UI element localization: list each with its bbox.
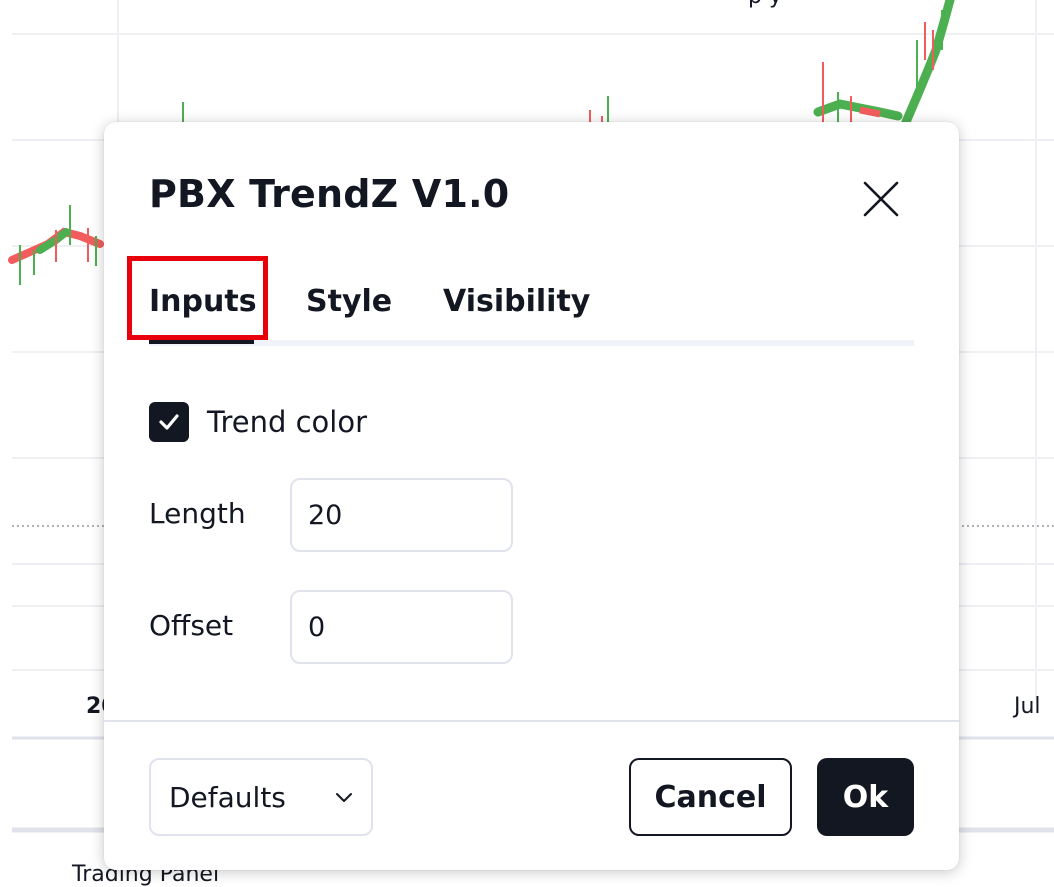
indicator-settings-dialog: PBX TrendZ V1.0 Inputs Style Visibility … — [104, 122, 959, 870]
close-icon — [863, 181, 899, 217]
trend-color-label: Trend color — [207, 405, 367, 439]
length-label: Length — [149, 497, 246, 530]
tab-visibility[interactable]: Visibility — [443, 272, 590, 332]
defaults-dropdown[interactable]: Defaults — [149, 758, 373, 836]
checkmark-icon — [159, 414, 179, 430]
tab-style[interactable]: Style — [306, 272, 392, 332]
dialog-title: PBX TrendZ V1.0 — [149, 172, 510, 216]
tab-inputs[interactable]: Inputs — [149, 272, 257, 332]
trend-color-checkbox[interactable] — [149, 402, 189, 442]
offset-input[interactable] — [290, 590, 513, 664]
ok-button[interactable]: Ok — [817, 758, 914, 836]
close-button[interactable] — [856, 174, 906, 224]
length-input[interactable] — [290, 478, 513, 552]
cancel-button[interactable]: Cancel — [629, 758, 792, 836]
chevron-down-icon — [336, 793, 352, 802]
time-axis-label-right: Jul — [1014, 694, 1041, 719]
tab-bar: Inputs Style Visibility — [149, 272, 914, 346]
trend-color-checkbox-row[interactable]: Trend color — [149, 400, 367, 444]
candles-right — [813, 0, 955, 127]
footer-divider — [104, 720, 959, 722]
active-tab-indicator — [149, 340, 254, 344]
offset-label: Offset — [149, 609, 234, 642]
defaults-label: Defaults — [169, 780, 286, 814]
tab-divider — [149, 340, 914, 346]
top-partial-text: p y — [748, 0, 782, 9]
